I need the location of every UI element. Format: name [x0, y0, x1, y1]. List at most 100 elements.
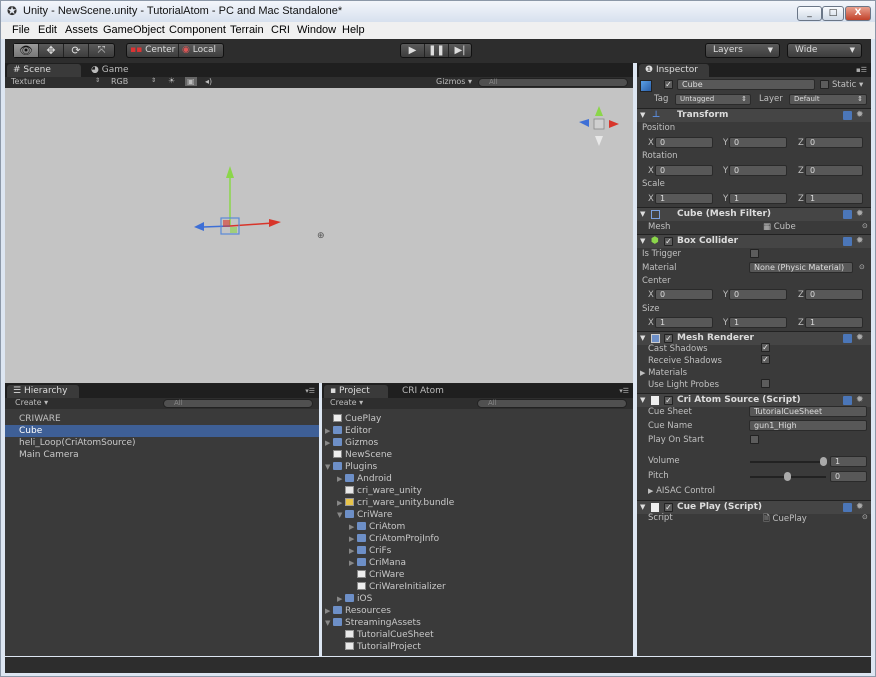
active-checkbox[interactable]: ✓ — [664, 80, 673, 89]
foldout-arrow-icon[interactable]: ▼ — [640, 208, 645, 221]
tab-inspector[interactable]: ❶ Inspector — [639, 64, 709, 77]
scale-x-field[interactable]: 1 — [655, 193, 713, 204]
foldout-arrow-icon[interactable]: ▶ — [349, 545, 357, 557]
play-on-start-checkbox[interactable] — [750, 435, 759, 444]
gear-icon[interactable]: ✹ — [856, 208, 864, 221]
hierarchy-item-main-camera[interactable]: Main Camera — [5, 449, 319, 461]
scene-search-input[interactable]: All — [478, 78, 628, 87]
project-create-dropdown[interactable]: Create ▾ — [330, 398, 363, 407]
use-light-probes-checkbox[interactable] — [761, 379, 770, 388]
maximize-button[interactable]: □ — [822, 6, 844, 21]
help-book-icon[interactable] — [843, 503, 852, 512]
project-item[interactable]: ▶ CriAtom — [322, 521, 633, 533]
foldout-arrow-icon[interactable]: ▶ — [325, 437, 333, 449]
foldout-arrow-icon[interactable]: ▼ — [640, 394, 645, 407]
orient-z-cone[interactable] — [579, 119, 589, 127]
cue-sheet-field[interactable]: TutorialCueSheet — [749, 406, 867, 417]
help-book-icon[interactable] — [843, 210, 852, 219]
orient-x-cone[interactable] — [609, 120, 619, 128]
help-book-icon[interactable] — [843, 396, 852, 405]
pivot-center-button[interactable]: ▪▪ Center — [127, 44, 179, 57]
minimize-button[interactable]: _ — [797, 6, 822, 21]
orient-center-cube[interactable] — [593, 118, 605, 130]
help-book-icon[interactable] — [843, 334, 852, 343]
panel-menu-icon[interactable]: ▾☰ — [619, 387, 629, 395]
cast-shadows-checkbox[interactable]: ✓ — [761, 343, 770, 352]
project-item[interactable]: ▼ CriWare — [322, 509, 633, 521]
receive-shadows-checkbox[interactable]: ✓ — [761, 355, 770, 364]
tab-game[interactable]: ◕ Game — [85, 64, 145, 77]
object-picker-icon[interactable]: ⊙ — [862, 222, 868, 230]
play-icon[interactable]: ▶ — [401, 44, 425, 57]
transform-header[interactable]: ▼ ⊥ Transform ✹ — [637, 108, 871, 122]
project-item[interactable]: ▼ Plugins — [322, 461, 633, 473]
gear-icon[interactable]: ✹ — [856, 235, 864, 248]
menu-help[interactable]: Help — [342, 24, 365, 36]
project-item[interactable]: ▶ CriAtomProjInfo — [322, 533, 633, 545]
lighting-toggle-icon[interactable]: ☀ — [168, 76, 175, 85]
rotation-z-field[interactable]: 0 — [805, 165, 863, 176]
tab-cri-atom[interactable]: CRI Atom — [396, 385, 452, 398]
project-item[interactable]: ▶ Gizmos — [322, 437, 633, 449]
cue-play-header[interactable]: ▼ ✓ Cue Play (Script) ✹ — [637, 500, 871, 514]
project-item[interactable]: TutorialCueSheet — [322, 629, 633, 641]
project-item[interactable]: CriWare — [322, 569, 633, 581]
scale-z-field[interactable]: 1 — [805, 193, 863, 204]
position-z-field[interactable]: 0 — [805, 137, 863, 148]
foldout-arrow-icon[interactable]: ▶ — [325, 605, 333, 617]
pause-icon[interactable]: ❚❚ — [425, 44, 449, 57]
cube-gizmo[interactable] — [194, 166, 281, 235]
menu-gameobject[interactable]: GameObject — [103, 24, 165, 36]
x-axis-arrow-icon[interactable] — [269, 219, 281, 227]
shading-mode-dropdown[interactable]: Textured — [11, 77, 45, 86]
position-x-field[interactable]: 0 — [655, 137, 713, 148]
box-collider-enabled-checkbox[interactable]: ✓ — [664, 237, 673, 246]
menu-terrain[interactable]: Terrain — [230, 24, 264, 36]
material-field[interactable]: None (Physic Material) — [749, 262, 853, 273]
position-y-field[interactable]: 0 — [729, 137, 787, 148]
center-z-field[interactable]: 0 — [805, 289, 863, 300]
cri-atom-source-header[interactable]: ▼ ✓ Cri Atom Source (Script) ✹ — [637, 393, 871, 407]
audio-toggle-icon[interactable]: ◂) — [205, 77, 212, 86]
center-x-field[interactable]: 0 — [655, 289, 713, 300]
center-y-field[interactable]: 0 — [729, 289, 787, 300]
help-book-icon[interactable] — [843, 111, 852, 120]
pivot-local-button[interactable]: ◉ Local — [179, 44, 223, 57]
volume-slider-track[interactable] — [750, 461, 826, 463]
project-item[interactable]: ▼ StreamingAssets — [322, 617, 633, 629]
pitch-value-field[interactable]: 0 — [830, 471, 867, 482]
menu-assets[interactable]: Assets — [65, 24, 98, 36]
render-mode-dropdown[interactable]: RGB — [111, 77, 128, 86]
foldout-arrow-icon[interactable]: ▼ — [325, 461, 333, 473]
menu-component[interactable]: Component — [169, 24, 226, 36]
gear-icon[interactable]: ✹ — [856, 109, 864, 122]
project-item[interactable]: cri_ware_unity — [322, 485, 633, 497]
gizmos-dropdown[interactable]: Gizmos ▾ — [436, 77, 472, 86]
scale-y-field[interactable]: 1 — [729, 193, 787, 204]
scene-viewport[interactable]: ⊕ — [5, 88, 633, 383]
foldout-arrow-icon[interactable]: ▶ — [349, 521, 357, 533]
project-item[interactable]: ▶ iOS — [322, 593, 633, 605]
foldout-arrow-icon[interactable]: ▼ — [640, 109, 645, 122]
orient-y-cone[interactable] — [595, 106, 603, 116]
mesh-value-field[interactable]: ▦ Cube — [763, 222, 796, 232]
materials-foldout[interactable]: ▶ Materials — [640, 368, 687, 378]
plane-handle-xy[interactable] — [223, 220, 230, 227]
project-item[interactable]: ▶ Android — [322, 473, 633, 485]
volume-slider-thumb[interactable] — [820, 457, 827, 466]
project-item[interactable]: ▶ Editor — [322, 425, 633, 437]
object-name-field[interactable]: Cube — [677, 79, 815, 90]
scale-tool-icon[interactable]: ⤧ — [89, 44, 114, 57]
close-button[interactable]: X — [845, 6, 871, 21]
object-picker-icon[interactable]: ⊙ — [859, 263, 865, 271]
mesh-renderer-enabled-checkbox[interactable]: ✓ — [664, 334, 673, 343]
project-item[interactable]: ▶ CriFs — [322, 545, 633, 557]
foldout-arrow-icon[interactable]: ▶ — [349, 557, 357, 569]
tab-scene[interactable]: # Scene — [7, 64, 81, 77]
size-z-field[interactable]: 1 — [805, 317, 863, 328]
tab-project[interactable]: ▪ Project — [324, 385, 388, 398]
panel-menu-icon[interactable]: ▾☰ — [305, 387, 315, 395]
rotation-x-field[interactable]: 0 — [655, 165, 713, 176]
foldout-arrow-icon[interactable]: ▶ — [337, 593, 345, 605]
view-tool-eye-icon[interactable]: 👁 — [14, 44, 39, 57]
